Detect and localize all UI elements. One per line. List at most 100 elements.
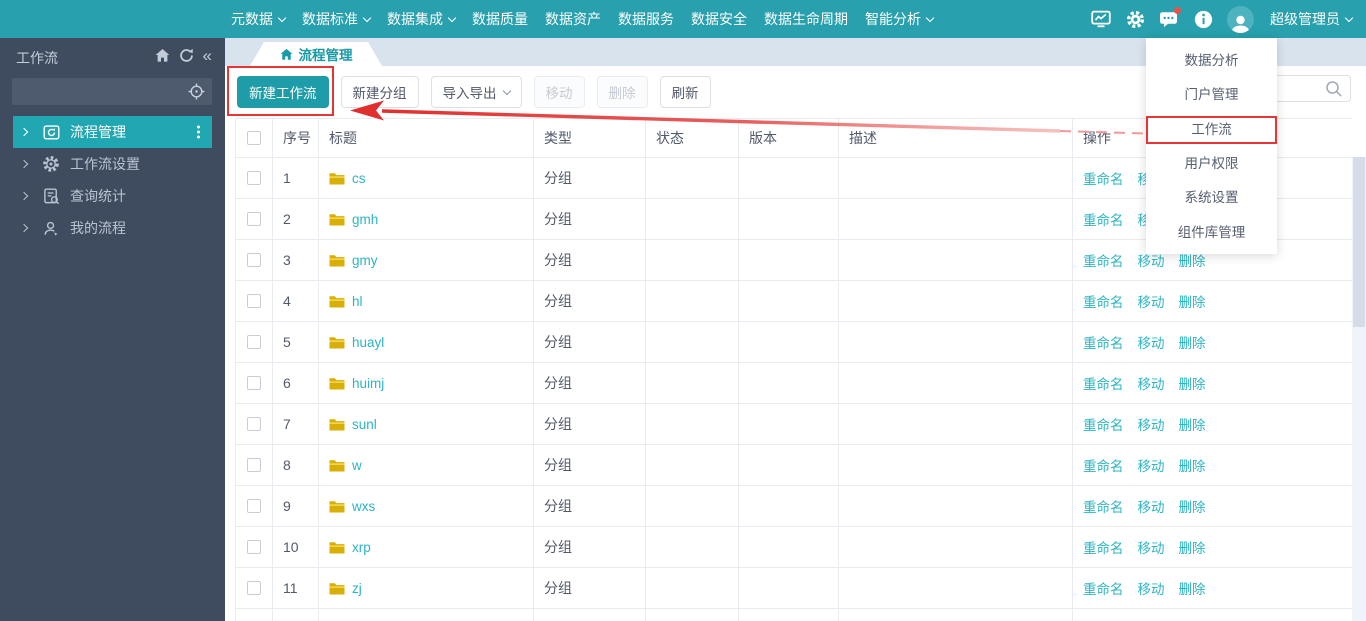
- row-title-link[interactable]: sunl: [352, 417, 377, 432]
- delete-link[interactable]: 删除: [1179, 537, 1206, 557]
- row-title-link[interactable]: huayl: [352, 335, 384, 350]
- row-title-link[interactable]: cs: [352, 171, 366, 186]
- row-description: [839, 445, 1073, 485]
- top-navbar: 元数据 数据标准 数据集成 数据质量 数据资产 数据服务 数据安全 数据生命周期…: [0, 0, 1366, 38]
- sidebar-menu-item[interactable]: 工作流设置: [13, 148, 212, 180]
- row-type: 分组: [534, 363, 646, 403]
- dropdown-menu-item[interactable]: 数据分析: [1146, 42, 1277, 76]
- rename-link[interactable]: 重命名: [1083, 209, 1124, 229]
- row-checkbox[interactable]: [247, 499, 261, 513]
- row-title-link[interactable]: gmh: [352, 212, 378, 227]
- sidebar-menu-item[interactable]: 我的流程: [13, 212, 212, 244]
- row-checkbox[interactable]: [247, 212, 261, 226]
- rename-link[interactable]: 重命名: [1083, 168, 1124, 188]
- nav-menu-item[interactable]: 数据生命周期: [764, 9, 848, 29]
- row-description: [839, 486, 1073, 526]
- rename-link[interactable]: 重命名: [1083, 332, 1124, 352]
- row-title-link[interactable]: hl: [352, 294, 363, 309]
- row-checkbox[interactable]: [247, 458, 261, 472]
- select-all-checkbox[interactable]: [247, 131, 261, 145]
- row-actions: 重命名 移动 删除: [1073, 404, 1352, 444]
- sidebar-search-input[interactable]: [20, 78, 180, 105]
- row-checkbox[interactable]: [247, 294, 261, 308]
- sidebar-menu-item[interactable]: 流程管理: [13, 116, 212, 148]
- sidebar-menu-item[interactable]: 查询统计: [13, 180, 212, 212]
- tab-label: 流程管理: [298, 48, 353, 63]
- move-link[interactable]: 移动: [1138, 414, 1165, 434]
- rename-link[interactable]: 重命名: [1083, 373, 1124, 393]
- row-title-link[interactable]: gmy: [352, 253, 378, 268]
- refresh-icon[interactable]: [179, 48, 194, 63]
- row-title-link[interactable]: huimj: [352, 376, 384, 391]
- move-link[interactable]: 移动: [1138, 578, 1165, 598]
- row-checkbox[interactable]: [247, 581, 261, 595]
- info-icon[interactable]: [1193, 9, 1213, 29]
- rename-link[interactable]: 重命名: [1083, 291, 1124, 311]
- delete-link[interactable]: 删除: [1179, 291, 1206, 311]
- rename-link[interactable]: 重命名: [1083, 455, 1124, 475]
- rename-link[interactable]: 重命名: [1083, 537, 1124, 557]
- rename-link[interactable]: 重命名: [1083, 496, 1124, 516]
- nav-menu-item[interactable]: 数据集成: [387, 9, 457, 29]
- toolbar-button[interactable]: 移动: [533, 76, 585, 108]
- delete-link[interactable]: 删除: [1179, 373, 1206, 393]
- nav-menu-item[interactable]: 数据资产: [545, 9, 601, 29]
- collapse-icon[interactable]: «: [203, 47, 212, 64]
- row-checkbox[interactable]: [247, 417, 261, 431]
- gear-icon[interactable]: [1125, 9, 1145, 29]
- move-link[interactable]: 移动: [1138, 291, 1165, 311]
- move-link[interactable]: 移动: [1138, 332, 1165, 352]
- row-title-link[interactable]: xrp: [352, 540, 371, 555]
- dropdown-menu-item[interactable]: 工作流: [1146, 111, 1277, 145]
- row-checkbox[interactable]: [247, 540, 261, 554]
- nav-menu-item[interactable]: 元数据: [231, 9, 287, 29]
- rename-link[interactable]: 重命名: [1083, 414, 1124, 434]
- row-status: [646, 158, 739, 198]
- search-icon[interactable]: [1325, 80, 1343, 103]
- row-checkbox[interactable]: [247, 253, 261, 267]
- scrollbar-thumb[interactable]: [1353, 157, 1365, 327]
- nav-menu-item[interactable]: 数据安全: [691, 9, 747, 29]
- tab-process-management[interactable]: 流程管理: [250, 42, 382, 66]
- nav-menu-item[interactable]: 数据服务: [618, 9, 674, 29]
- toolbar-button[interactable]: 导入导出: [430, 76, 522, 108]
- more-options-icon[interactable]: [197, 125, 200, 139]
- delete-link[interactable]: 删除: [1179, 332, 1206, 352]
- toolbar-button[interactable]: 新建分组: [340, 76, 419, 108]
- rename-link[interactable]: 重命名: [1083, 250, 1124, 270]
- move-link[interactable]: 移动: [1138, 537, 1165, 557]
- dropdown-menu-item[interactable]: 用户权限: [1146, 145, 1277, 179]
- home-icon[interactable]: [155, 48, 170, 63]
- delete-link[interactable]: 删除: [1179, 455, 1206, 475]
- delete-link[interactable]: 删除: [1179, 578, 1206, 598]
- move-link[interactable]: 移动: [1138, 373, 1165, 393]
- nav-menu-item[interactable]: 智能分析: [865, 9, 935, 29]
- row-version: [739, 281, 839, 321]
- row-checkbox[interactable]: [247, 376, 261, 390]
- delete-link[interactable]: 删除: [1179, 414, 1206, 434]
- nav-menu-item[interactable]: 数据质量: [472, 9, 528, 29]
- row-title-link[interactable]: zj: [352, 581, 362, 596]
- navbar-right: 超级管理员: [1091, 0, 1354, 38]
- toolbar-button[interactable]: 新建工作流: [237, 76, 329, 108]
- delete-link[interactable]: 删除: [1179, 496, 1206, 516]
- user-avatar-icon[interactable]: [1227, 5, 1254, 33]
- row-title-link[interactable]: wxs: [352, 499, 375, 514]
- dropdown-menu-item[interactable]: 组件库管理: [1146, 213, 1277, 247]
- dashboard-chart-icon[interactable]: [1091, 9, 1111, 29]
- toolbar-button[interactable]: 删除: [596, 76, 648, 108]
- rename-link[interactable]: 重命名: [1083, 578, 1124, 598]
- nav-menu-item[interactable]: 数据标准: [302, 9, 372, 29]
- messages-icon[interactable]: [1159, 7, 1181, 29]
- user-menu[interactable]: 超级管理员: [1270, 9, 1354, 29]
- row-checkbox[interactable]: [247, 335, 261, 349]
- move-link[interactable]: 移动: [1138, 496, 1165, 516]
- row-title-link[interactable]: w: [352, 458, 362, 473]
- table-scrollbar[interactable]: [1352, 157, 1366, 621]
- locate-icon[interactable]: [188, 83, 205, 105]
- toolbar-button[interactable]: 刷新: [659, 76, 711, 108]
- dropdown-menu-item[interactable]: 门户管理: [1146, 76, 1277, 110]
- row-checkbox[interactable]: [247, 171, 261, 185]
- move-link[interactable]: 移动: [1138, 455, 1165, 475]
- dropdown-menu-item[interactable]: 系统设置: [1146, 179, 1277, 213]
